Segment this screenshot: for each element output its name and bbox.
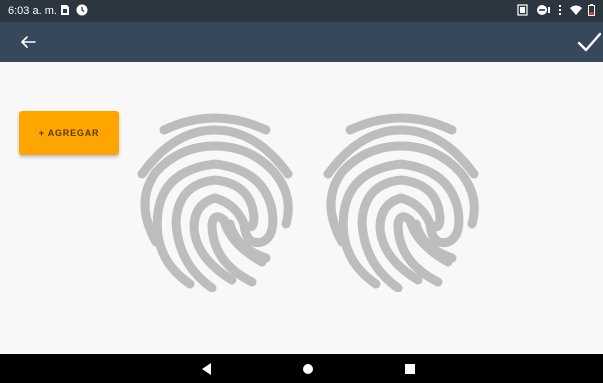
home-circle-icon: [303, 364, 313, 374]
recents-square-icon: [405, 364, 415, 374]
wifi-icon: [569, 5, 582, 15]
main-content: + AGREGAR: [0, 62, 603, 354]
signal-icon: [559, 5, 562, 15]
back-triangle-icon: [202, 363, 211, 375]
battery-low-icon: [588, 4, 595, 16]
fingerprint-left[interactable]: [134, 112, 296, 293]
navigation-bar: [0, 354, 603, 383]
status-right-icons: [517, 4, 597, 18]
confirm-button[interactable]: [575, 28, 603, 56]
nav-home-button[interactable]: [300, 361, 316, 377]
back-button[interactable]: [16, 30, 40, 54]
status-bar: 6:03 a. m.: [0, 0, 603, 22]
fingerprint-icon: [137, 113, 293, 293]
add-button[interactable]: + AGREGAR: [19, 111, 119, 155]
sim-card-icon: [61, 5, 69, 15]
clock-alarm-icon: [76, 4, 88, 16]
status-left-icons: [60, 4, 90, 18]
arrow-back-icon: [21, 36, 36, 48]
fingerprint-right[interactable]: [320, 112, 482, 293]
check-icon: [577, 32, 602, 52]
vibrate-icon: [517, 4, 528, 16]
nav-back-button[interactable]: [199, 361, 215, 377]
status-time: 6:03 a. m.: [8, 5, 57, 17]
nav-recents-button[interactable]: [402, 361, 418, 377]
fingerprint-icon: [323, 113, 479, 293]
app-bar: [0, 22, 603, 62]
do-not-disturb-icon: [536, 5, 550, 15]
